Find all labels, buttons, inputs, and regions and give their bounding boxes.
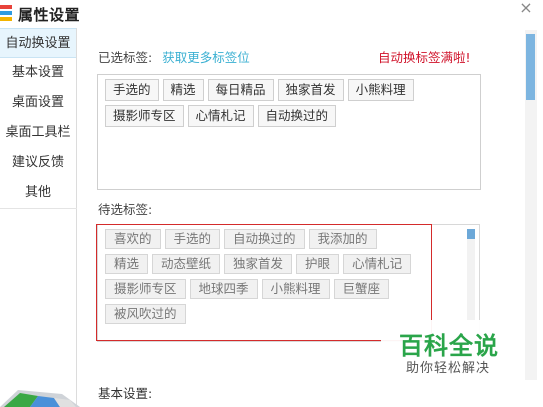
basic-settings-label: 基本设置: [98,386,153,401]
selected-tags-label: 已选标签: [98,50,153,65]
selected-tag[interactable]: 心情札记 [187,105,254,127]
settings-window: 属性设置 × 自动换设置 基本设置 桌面设置 桌面工具栏 建议反馈 其他 已选标… [0,0,543,407]
pending-tag[interactable]: 小熊料理 [261,279,330,299]
selected-tag[interactable]: 精选 [162,79,204,101]
get-more-tags-link[interactable]: 获取更多标签位 [162,50,250,65]
selected-tag[interactable]: 摄影师专区 [105,105,184,127]
pending-tag[interactable]: 自动换过的 [224,229,305,249]
pending-tag[interactable]: 喜欢的 [105,229,161,249]
main-scrollbar[interactable] [525,30,537,380]
pending-tag[interactable]: 被风吹过的 [105,304,186,324]
selected-tag[interactable]: 每日精品 [207,79,274,101]
window-title: 属性设置 [18,6,81,24]
pending-tag[interactable]: 巨蟹座 [333,279,390,299]
selected-tag[interactable]: 小熊料理 [347,79,414,101]
pending-tag[interactable]: 地球四季 [189,279,258,299]
pending-tags-label: 待选标签: [98,202,153,217]
title-bar: 属性设置 × [0,0,543,28]
watermark: 百科全说 助你轻松解决 [381,320,517,380]
taskbar-fragment [0,390,80,407]
selected-tag[interactable]: 自动换过的 [257,105,337,127]
close-icon: × [519,0,533,17]
selected-tags-box: 手选的 精选 每日精品 独家首发 小熊料理摄影师专区 心情札记 自动换过的 [97,74,481,190]
sidebar-item-basic[interactable]: 基本设置 [0,58,76,88]
sidebar-item-auto-switch[interactable]: 自动换设置 [0,28,76,58]
sidebar-item-desktop[interactable]: 桌面设置 [0,88,76,118]
pending-tag[interactable]: 精选 [105,254,149,274]
main-scrollbar-thumb[interactable] [526,34,535,100]
pending-tag[interactable]: 动态壁纸 [152,254,221,274]
app-logo-icon [0,5,12,21]
pending-tag[interactable]: 手选的 [164,229,221,249]
pending-scrollbar-thumb[interactable] [467,229,475,239]
pending-tag[interactable]: 护眼 [296,254,340,274]
sidebar-item-feedback[interactable]: 建议反馈 [0,148,76,178]
settings-sidebar: 自动换设置 基本设置 桌面设置 桌面工具栏 建议反馈 其他 [0,28,77,407]
selected-tag[interactable]: 手选的 [105,79,159,101]
close-button[interactable]: × [517,0,535,17]
sidebar-divider [0,208,77,209]
pending-tag[interactable]: 心情札记 [343,254,412,274]
pending-tag[interactable]: 独家首发 [224,254,293,274]
sidebar-item-other[interactable]: 其他 [0,178,76,208]
sidebar-item-desktop-toolbar[interactable]: 桌面工具栏 [0,118,76,148]
selected-tag[interactable]: 独家首发 [277,79,344,101]
pending-tag[interactable]: 我添加的 [308,229,377,249]
pending-tag[interactable]: 摄影师专区 [105,279,186,299]
watermark-subtitle: 助你轻松解决 [406,361,491,376]
watermark-title: 百科全说 [399,332,499,360]
tags-full-warning: 自动换标签满啦! [378,50,471,65]
